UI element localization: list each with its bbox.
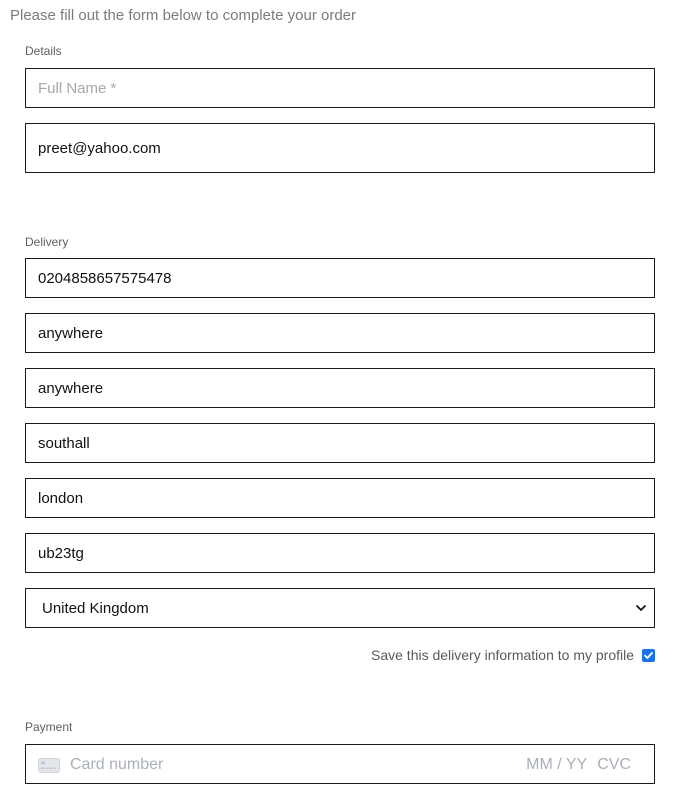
- credit-card-icon: [38, 758, 60, 773]
- country-select-value: United Kingdom: [42, 600, 149, 617]
- street-address-2-input[interactable]: [25, 368, 655, 408]
- county-input[interactable]: [25, 478, 655, 518]
- phone-number-input[interactable]: [25, 258, 655, 298]
- save-delivery-info-label[interactable]: Save this delivery information to my pro…: [371, 646, 634, 664]
- country-select[interactable]: United Kingdom: [25, 588, 655, 628]
- delivery-section-label: Delivery: [25, 235, 69, 249]
- form-intro-text: Please fill out the form below to comple…: [10, 7, 357, 24]
- payment-section-label: Payment: [25, 720, 73, 734]
- card-expiry-placeholder[interactable]: MM / YY: [526, 755, 587, 775]
- card-expiry-cvc-group: MM / YY CVC: [526, 755, 631, 775]
- town-input[interactable]: [25, 423, 655, 463]
- details-section-label: Details: [25, 44, 62, 58]
- save-delivery-info-row[interactable]: Save this delivery information to my pro…: [371, 646, 655, 664]
- checkmark-icon: [644, 651, 653, 659]
- checkout-form-page: Please fill out the form below to comple…: [0, 0, 680, 804]
- email-input[interactable]: [25, 123, 655, 173]
- card-number-placeholder[interactable]: Card number: [70, 755, 163, 775]
- street-address-1-input[interactable]: [25, 313, 655, 353]
- chevron-down-icon: [636, 605, 646, 611]
- full-name-input[interactable]: [25, 68, 655, 108]
- card-number-field[interactable]: Card number MM / YY CVC: [25, 744, 655, 784]
- postcode-input[interactable]: [25, 533, 655, 573]
- save-delivery-info-checkbox[interactable]: [642, 648, 655, 662]
- card-cvc-placeholder[interactable]: CVC: [597, 755, 631, 775]
